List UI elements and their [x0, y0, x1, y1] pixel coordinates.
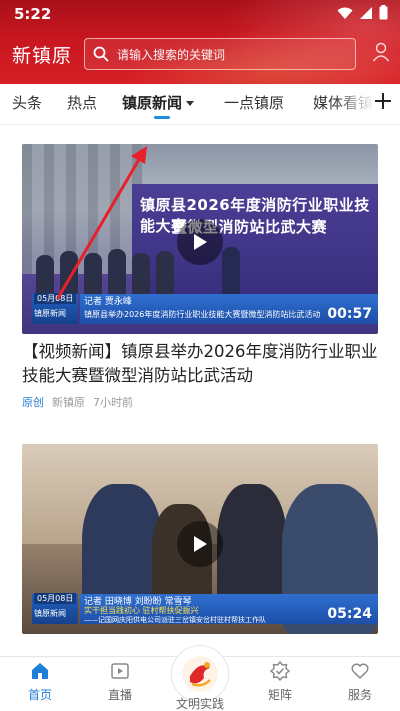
- matrix-icon: [269, 660, 291, 682]
- app-logo: 新镇原: [12, 45, 73, 67]
- nav-live[interactable]: 直播: [90, 661, 150, 703]
- status-time: 5:22: [14, 5, 52, 23]
- play-icon: [194, 536, 207, 552]
- tab-zhenyuan-news-label: 镇原新闻: [122, 94, 183, 112]
- news-card[interactable]: 05月08日 镇原新闻 记者 田晓博 刘盼盼 常雪琴 实干担当践初心 驻村帮扶促…: [22, 444, 378, 634]
- caption-date: 05月08日: [34, 593, 77, 604]
- person: [84, 253, 102, 299]
- play-button[interactable]: [177, 521, 223, 567]
- person: [60, 251, 78, 299]
- caption-date: 05月08日: [34, 293, 77, 304]
- user-icon[interactable]: [372, 42, 390, 62]
- person: [108, 249, 126, 299]
- nav-home-label: 首页: [27, 688, 52, 702]
- video-caption-bar: 05月08日 镇原新闻 记者 田晓博 刘盼盼 常雪琴 实干担当践初心 驻村帮扶促…: [32, 593, 378, 624]
- status-bar: 5:22: [0, 0, 400, 28]
- news-source: 新镇原: [52, 396, 85, 409]
- news-time: 7小时前: [93, 396, 133, 409]
- service-icon: [351, 663, 369, 680]
- tabs-divider: [0, 124, 400, 125]
- video-duration: 00:57: [327, 306, 372, 322]
- nav-matrix[interactable]: 矩阵: [250, 660, 310, 703]
- original-tag: 原创: [22, 396, 44, 409]
- wifi-icon: [337, 7, 353, 19]
- nav-service-label: 服务: [347, 688, 372, 702]
- live-icon: [111, 663, 129, 679]
- news-card[interactable]: 镇原县2026年度消防行业职业技能大赛 暨微型消防站比武大赛 05月08日 镇原…: [22, 144, 378, 410]
- category-tabs: 头条 热点 镇原新闻 一点镇原 媒体看镇: [0, 84, 400, 124]
- caption-badge: 镇原新闻: [34, 609, 66, 618]
- video-thumbnail[interactable]: 05月08日 镇原新闻 记者 田晓博 刘盼盼 常雪琴 实干担当践初心 驻村帮扶促…: [22, 444, 378, 634]
- nav-service[interactable]: 服务: [330, 661, 390, 703]
- caption-badge-block: 05月08日 镇原新闻: [32, 293, 78, 324]
- tab-yidian-zhenyuan[interactable]: 一点镇原: [224, 92, 284, 113]
- search-placeholder: 请输入搜索的关键词: [117, 47, 226, 62]
- tab-fade: [334, 84, 374, 124]
- caption-badge: 镇原新闻: [34, 309, 66, 318]
- app-header: 5:22 新镇原 请输入搜索的关键词: [0, 0, 400, 84]
- person: [132, 253, 150, 299]
- video-thumbnail[interactable]: 镇原县2026年度消防行业职业技能大赛 暨微型消防站比武大赛 05月08日 镇原…: [22, 144, 378, 334]
- status-icons: [337, 5, 388, 20]
- nav-home[interactable]: 首页: [10, 661, 70, 703]
- caret-down-icon: [186, 100, 195, 106]
- home-icon: [32, 663, 48, 679]
- caption-badge-block: 05月08日 镇原新闻: [32, 593, 78, 624]
- caption-reporter: 记者 贾永峰: [84, 297, 132, 307]
- person: [156, 251, 174, 299]
- nav-live-label: 直播: [107, 688, 132, 702]
- tab-active-indicator: [154, 116, 170, 119]
- caption-subheadline: ——记国网庆阳供电公司派驻三岔镇安岔村驻村帮扶工作队: [84, 616, 266, 624]
- search-icon: [93, 46, 109, 62]
- tab-hot[interactable]: 热点: [67, 92, 97, 113]
- nav-matrix-label: 矩阵: [267, 688, 292, 702]
- nav-civilization-label: 文明实践: [175, 697, 224, 711]
- news-meta: 原创 新镇原 7小时前: [22, 394, 378, 410]
- person: [222, 247, 240, 299]
- add-channel-icon[interactable]: [374, 92, 392, 110]
- signal-icon: [360, 6, 372, 19]
- tab-zhenyuan-news[interactable]: 镇原新闻: [122, 92, 195, 113]
- search-box[interactable]: 请输入搜索的关键词: [84, 38, 356, 70]
- bottom-nav: 首页 直播 文明实践 矩阵 服务: [0, 645, 400, 711]
- play-icon: [194, 234, 207, 250]
- play-button[interactable]: [177, 219, 223, 265]
- battery-icon: [379, 5, 388, 20]
- civilization-logo-icon: [182, 656, 218, 692]
- tab-headlines[interactable]: 头条: [12, 92, 42, 113]
- caption-headline: 镇原县举办2026年度消防行业职业技能大赛暨微型消防站比武活动: [84, 310, 321, 319]
- video-duration: 05:24: [327, 606, 372, 622]
- news-title[interactable]: 【视频新闻】镇原县举办2026年度消防行业职业技能大赛暨微型消防站比武活动: [22, 340, 378, 388]
- video-caption-bar: 05月08日 镇原新闻 记者 贾永峰 镇原县举办2026年度消防行业职业技能大赛…: [32, 293, 378, 324]
